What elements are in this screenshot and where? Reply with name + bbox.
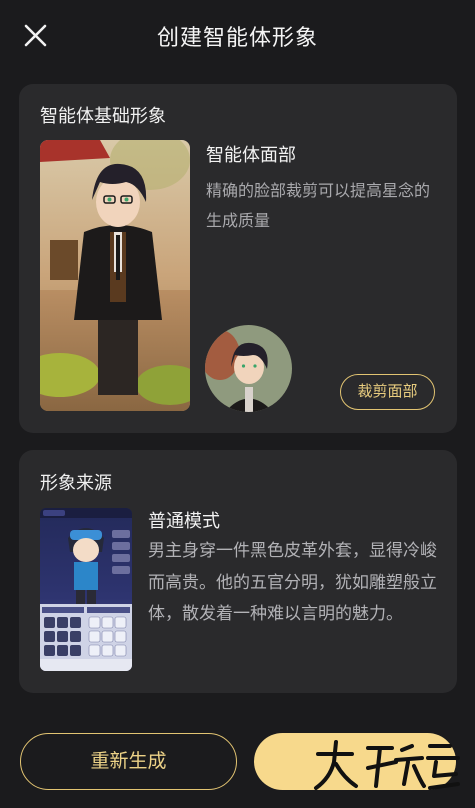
regenerate-button[interactable]: 重新生成 xyxy=(20,733,237,790)
crop-face-button[interactable]: 裁剪面部 xyxy=(340,374,435,410)
mode-description: 男主身穿一件黑色皮革外套，显得冷峻而高贵。他的五官分明，犹如雕塑般立体，散发着一… xyxy=(148,541,437,624)
avatar-source-card: 形象来源 普通模式 男主身穿一件黑色皮革外套，显得冷峻而高贵。他的五官分明，犹如… xyxy=(19,450,457,693)
mode-heading: 普通模式 xyxy=(148,511,220,532)
header: 创建智能体形象 xyxy=(0,0,475,72)
base-avatar-title: 智能体基础形象 xyxy=(40,106,166,127)
source-screenshot-thumbnail[interactable] xyxy=(40,508,132,671)
source-thumbnail-illustration xyxy=(40,508,132,671)
page-title: 创建智能体形象 xyxy=(156,26,318,51)
watermark-logo xyxy=(314,740,460,790)
avatar-source-title: 形象来源 xyxy=(40,473,112,494)
face-description: 精确的脸部裁剪可以提高星念的生成质量 xyxy=(206,181,431,230)
base-avatar-card: 智能体基础形象 智能体面部 精确的脸部裁剪可以提高星念的生成质量 裁剪面部 xyxy=(19,84,457,433)
avatar-portrait-image[interactable] xyxy=(40,140,190,411)
create-agent-avatar-page: 创建智能体形象 智能体基础形象 智能体面部 精确的脸部裁剪可以提高星念的生成质量… xyxy=(0,0,475,808)
face-thumbnail-illustration xyxy=(205,325,292,412)
portrait-illustration xyxy=(40,140,190,411)
face-crop-thumbnail[interactable] xyxy=(205,325,292,412)
face-heading: 智能体面部 xyxy=(206,145,296,166)
